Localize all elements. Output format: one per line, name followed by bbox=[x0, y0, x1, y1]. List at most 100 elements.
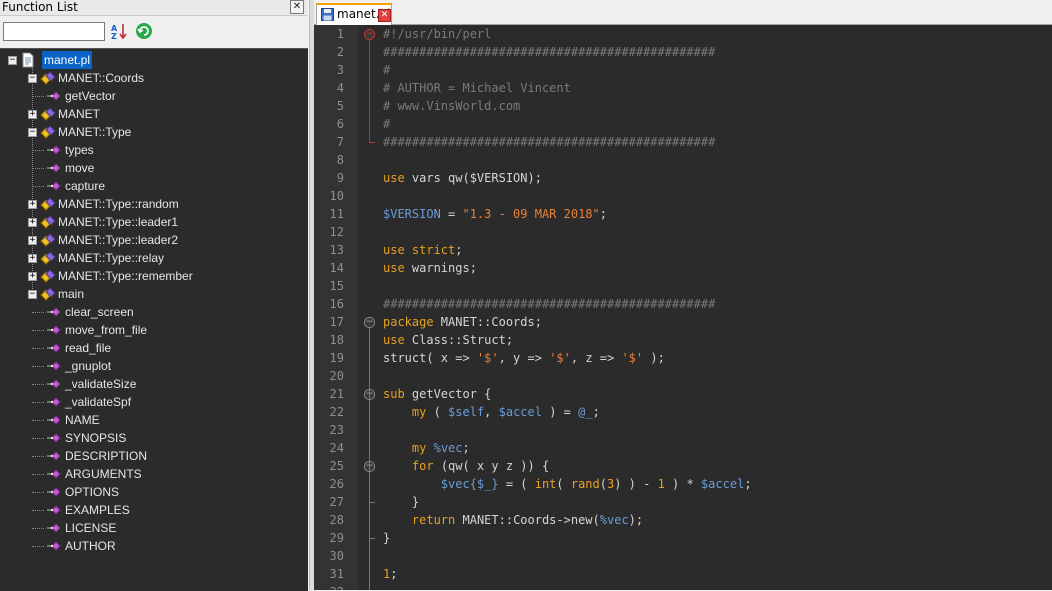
tree-node-label: OPTIONS bbox=[65, 485, 120, 499]
expand-icon[interactable]: + bbox=[28, 110, 37, 119]
tree-class-node[interactable]: + MANET::Type::relay bbox=[0, 249, 300, 267]
code-line[interactable]: # www.VinsWorld.com bbox=[383, 97, 520, 115]
code-line[interactable]: use Class::Struct; bbox=[383, 331, 513, 349]
tree-function-node[interactable]: _validateSize bbox=[0, 375, 300, 393]
code-line[interactable]: use strict; bbox=[383, 241, 462, 259]
collapse-icon[interactable]: − bbox=[8, 56, 17, 65]
tree-class-node[interactable]: − MANET::Coords bbox=[0, 69, 300, 87]
function-icon bbox=[47, 325, 61, 335]
function-search-input[interactable] bbox=[3, 22, 105, 41]
code-editor[interactable]: 1 2 3 4 5 6 7 8 9 10 11 12 13 14 15 16 17 18 19 20 21 22 23 24 2… bbox=[314, 25, 1052, 590]
tree-connector bbox=[32, 528, 44, 529]
code-line[interactable]: #!/usr/bin/perl bbox=[383, 25, 491, 43]
fold-margin[interactable]: − − − − bbox=[358, 25, 380, 590]
tree-class-node[interactable]: + MANET::Type::random bbox=[0, 195, 300, 213]
tree-node-label: MANET::Type::remember bbox=[58, 269, 193, 283]
class-icon bbox=[40, 251, 56, 265]
code-line[interactable]: } bbox=[383, 529, 390, 547]
tree-function-node[interactable]: read_file bbox=[0, 339, 300, 357]
code-line[interactable]: } bbox=[383, 493, 419, 511]
tree-function-node[interactable]: ARGUMENTS bbox=[0, 465, 300, 483]
class-icon bbox=[40, 125, 56, 139]
code-line[interactable]: sub getVector { bbox=[383, 385, 491, 403]
tree-function-node[interactable]: EXAMPLES bbox=[0, 501, 300, 519]
reload-icon[interactable] bbox=[134, 21, 154, 41]
tree-class-node[interactable]: + MANET bbox=[0, 105, 300, 123]
line-number: 23 bbox=[329, 423, 344, 437]
collapse-icon[interactable]: − bbox=[28, 128, 37, 137]
code-line[interactable]: my ( $self, $accel ) = @_; bbox=[383, 403, 600, 421]
code-line[interactable]: # bbox=[383, 61, 390, 79]
tree-class-node[interactable]: − main bbox=[0, 285, 300, 303]
tree-function-node[interactable]: _validateSpf bbox=[0, 393, 300, 411]
expand-icon[interactable]: + bbox=[28, 218, 37, 227]
tree-node-label: MANET::Type bbox=[58, 125, 132, 139]
line-number: 21 bbox=[329, 387, 344, 401]
tree-function-node[interactable]: getVector bbox=[0, 87, 300, 105]
tree-class-node[interactable]: + MANET::Type::remember bbox=[0, 267, 300, 285]
code-line[interactable]: return MANET::Coords->new(%vec); bbox=[383, 511, 643, 529]
line-number: 10 bbox=[329, 189, 344, 203]
function-tree[interactable]: − manet.pl − MANET::Coords getVector + MANET − M… bbox=[0, 48, 308, 591]
expand-icon[interactable]: + bbox=[28, 254, 37, 263]
tree-function-node[interactable]: clear_screen bbox=[0, 303, 300, 321]
tree-node-label: _validateSpf bbox=[65, 395, 132, 409]
collapse-icon[interactable]: − bbox=[28, 290, 37, 299]
tree-class-node[interactable]: + MANET::Type::leader2 bbox=[0, 231, 300, 249]
line-number: 32 bbox=[314, 583, 344, 590]
code-line[interactable]: $vec{$_} = ( int( rand(3) ) - 1 ) * $acc… bbox=[383, 475, 752, 493]
code-line[interactable]: ########################################… bbox=[383, 43, 715, 61]
tab-bar: manet.pl ✕ bbox=[314, 0, 1052, 25]
tree-connector bbox=[32, 312, 44, 313]
line-number-gutter: 1 2 3 4 5 6 7 8 9 10 11 12 13 14 15 16 17 18 19 20 21 22 23 24 2… bbox=[314, 25, 358, 590]
tree-function-node[interactable]: DESCRIPTION bbox=[0, 447, 300, 465]
code-line[interactable]: my %vec; bbox=[383, 439, 470, 457]
tab-manet-pl[interactable]: manet.pl ✕ bbox=[316, 3, 392, 25]
tree-node-label: _gnuplot bbox=[65, 359, 112, 373]
tree-function-node[interactable]: NAME bbox=[0, 411, 300, 429]
sort-alphabetical-icon[interactable]: A Z bbox=[109, 21, 129, 41]
tree-function-node[interactable]: move bbox=[0, 159, 300, 177]
tree-connector bbox=[32, 150, 44, 151]
tree-node-label: capture bbox=[65, 179, 106, 193]
code-line[interactable]: # AUTHOR = Michael Vincent bbox=[383, 79, 571, 97]
fold-range-end bbox=[369, 142, 375, 143]
tab-close-icon[interactable]: ✕ bbox=[378, 9, 391, 22]
fold-toggle-icon[interactable]: − bbox=[364, 29, 375, 40]
tree-function-node[interactable]: types bbox=[0, 141, 300, 159]
tree-node-label: DESCRIPTION bbox=[65, 449, 148, 463]
code-line[interactable]: use vars qw($VERSION); bbox=[383, 169, 542, 187]
tree-function-node[interactable]: AUTHOR bbox=[0, 537, 300, 555]
collapse-icon[interactable]: − bbox=[28, 74, 37, 83]
tree-node-label: getVector bbox=[65, 89, 116, 103]
tree-node-label: MANET::Type::leader1 bbox=[58, 215, 179, 229]
expand-icon[interactable]: + bbox=[28, 200, 37, 209]
function-icon bbox=[47, 541, 61, 551]
tree-root[interactable]: − manet.pl bbox=[0, 51, 300, 69]
tree-class-node[interactable]: + MANET::Type::leader1 bbox=[0, 213, 300, 231]
code-line[interactable]: package MANET::Coords; bbox=[383, 313, 542, 331]
tree-function-node[interactable]: capture bbox=[0, 177, 300, 195]
tree-function-node[interactable]: _gnuplot bbox=[0, 357, 300, 375]
function-icon bbox=[47, 523, 61, 533]
tree-function-node[interactable]: LICENSE bbox=[0, 519, 300, 537]
code-line[interactable]: use warnings; bbox=[383, 259, 477, 277]
code-line[interactable]: ########################################… bbox=[383, 133, 715, 151]
fold-toggle-icon[interactable]: − bbox=[364, 317, 375, 328]
tree-function-node[interactable]: OPTIONS bbox=[0, 483, 300, 501]
code-line[interactable]: ########################################… bbox=[383, 295, 715, 313]
function-icon bbox=[47, 379, 61, 389]
code-line[interactable]: # bbox=[383, 115, 390, 133]
function-icon bbox=[47, 397, 61, 407]
code-line[interactable]: struct( x => '$', y => '$', z => '$' ); bbox=[383, 349, 665, 367]
close-icon[interactable]: ✕ bbox=[290, 0, 304, 14]
code-line[interactable]: 1; bbox=[383, 565, 397, 583]
expand-icon[interactable]: + bbox=[28, 272, 37, 281]
tree-node-label: NAME bbox=[65, 413, 100, 427]
tree-function-node[interactable]: SYNOPSIS bbox=[0, 429, 300, 447]
code-line[interactable]: $VERSION = "1.3 - 09 MAR 2018"; bbox=[383, 205, 607, 223]
code-line[interactable]: for (qw( x y z )) { bbox=[383, 457, 549, 475]
tree-class-node[interactable]: − MANET::Type bbox=[0, 123, 300, 141]
tree-function-node[interactable]: move_from_file bbox=[0, 321, 300, 339]
expand-icon[interactable]: + bbox=[28, 236, 37, 245]
